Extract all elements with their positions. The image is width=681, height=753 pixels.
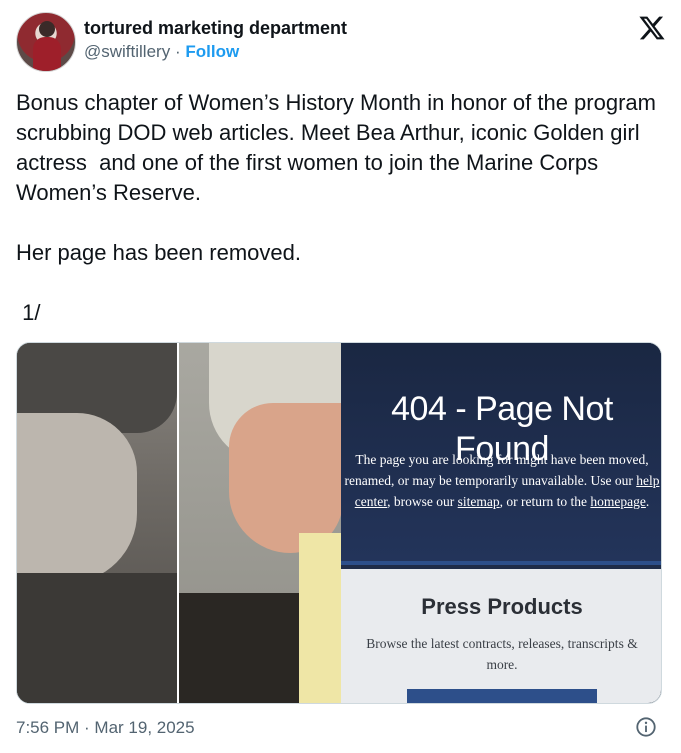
photo-face: [17, 413, 137, 583]
press-description: Browse the latest contracts, releases, t…: [366, 636, 638, 672]
photo-uniform: [17, 573, 177, 703]
screenshot-404-page: 404 - Page Not Found The page you are lo…: [341, 343, 661, 703]
error-msg-text: .: [645, 494, 650, 509]
user-handle[interactable]: @swiftillery: [84, 42, 170, 61]
avatar-figure-dress: [33, 37, 61, 71]
sitemap-link: sitemap: [457, 494, 500, 509]
photo-bea-arthur-actress: [177, 343, 343, 703]
follow-button[interactable]: Follow: [185, 42, 239, 61]
x-logo-icon[interactable]: [638, 14, 666, 42]
error-msg-text: , or return to the: [499, 494, 591, 509]
error-msg-text: The page you are looking for might have …: [344, 452, 649, 488]
photo-bea-arthur-marine: [17, 343, 177, 703]
photo-scarf: [299, 533, 343, 703]
error-message: The page you are looking for might have …: [343, 449, 661, 512]
error-msg-text: , browse our: [387, 494, 458, 509]
info-icon[interactable]: [635, 716, 657, 738]
avatar[interactable]: [16, 12, 76, 72]
press-title: Press Products: [421, 594, 583, 619]
photo-jacket: [179, 593, 299, 703]
tweet-timestamp[interactable]: 7:56 PM · Mar 19, 2025: [16, 717, 195, 739]
photo-face: [229, 403, 343, 553]
avatar-figure-head: [39, 21, 55, 37]
tweet-header: tortured marketing department @swiftille…: [16, 12, 666, 72]
display-name[interactable]: tortured marketing department: [84, 16, 347, 40]
separator-dot: ·: [174, 42, 181, 61]
author-names: tortured marketing department @swiftille…: [84, 16, 347, 64]
tweet-media[interactable]: 404 - Page Not Found The page you are lo…: [16, 342, 662, 704]
handle-row: @swiftillery · Follow: [84, 40, 347, 64]
homepage-link: homepage: [590, 494, 646, 509]
press-button-partial: [407, 689, 597, 703]
tweet-text: Bonus chapter of Women’s History Month i…: [16, 90, 656, 325]
